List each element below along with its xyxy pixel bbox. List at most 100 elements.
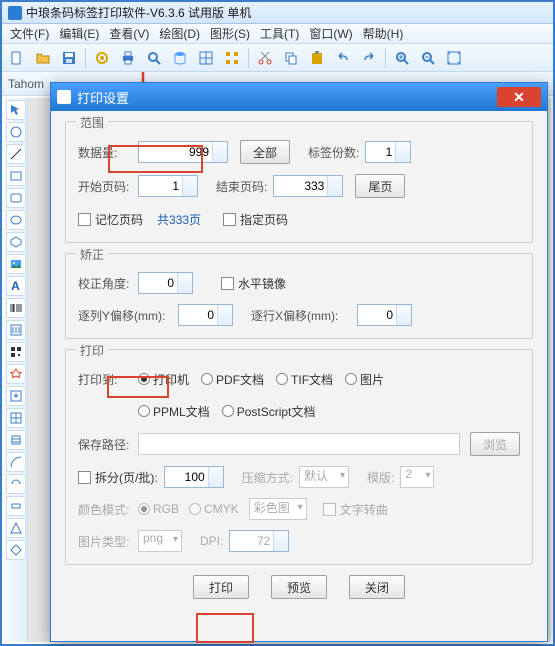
data-qty-input[interactable] — [138, 141, 228, 163]
tool-shape3-icon[interactable] — [6, 518, 26, 538]
col-offset-input[interactable] — [178, 304, 233, 326]
tool-round-rect-icon[interactable] — [6, 188, 26, 208]
close-button[interactable]: ✕ — [497, 87, 541, 107]
all-button[interactable]: 全部 — [240, 140, 290, 164]
template-select: 2 — [400, 466, 434, 488]
close-dialog-button[interactable]: 关闭 — [349, 575, 405, 599]
tb-paste-icon[interactable] — [306, 47, 328, 69]
tb-undo-icon[interactable] — [332, 47, 354, 69]
radio-rgb-label: RGB — [153, 502, 179, 516]
tb-zoom-in-icon[interactable] — [391, 47, 413, 69]
tb-preview-icon[interactable] — [143, 47, 165, 69]
menu-view[interactable]: 查看(V) — [105, 25, 153, 42]
main-toolbar — [2, 44, 553, 72]
font-select[interactable]: Tahom — [8, 77, 44, 91]
copies-input[interactable] — [365, 141, 411, 163]
tool-arc-icon[interactable] — [6, 452, 26, 472]
tool-qrcode-icon[interactable] — [6, 342, 26, 362]
start-page-label: 开始页码: — [78, 178, 138, 195]
tb-save-icon[interactable] — [58, 47, 80, 69]
tool-rect-icon[interactable] — [6, 166, 26, 186]
end-page-label: 结束页码: — [216, 178, 267, 195]
mirror-checkbox[interactable] — [221, 277, 234, 290]
specify-page-label: 指定页码 — [240, 211, 288, 228]
tool-text-icon[interactable]: A — [6, 276, 26, 296]
tool-image-icon[interactable] — [6, 254, 26, 274]
template-label: 模版: — [367, 469, 394, 486]
tool-data-icon[interactable] — [6, 430, 26, 450]
tool-shape2-icon[interactable] — [6, 496, 26, 516]
radio-ps-label: PostScript文档 — [237, 403, 316, 420]
tb-redo-icon[interactable] — [358, 47, 380, 69]
dialog-titlebar[interactable]: 打印设置 ✕ — [51, 83, 547, 111]
tb-sep — [248, 48, 249, 68]
tool-shape4-icon[interactable] — [6, 540, 26, 560]
tb-open-icon[interactable] — [32, 47, 54, 69]
tb-copy-icon[interactable] — [280, 47, 302, 69]
app-title: 中琅条码标签打印软件-V6.3.6 试用版 单机 — [26, 4, 251, 21]
main-titlebar: 中琅条码标签打印软件-V6.3.6 试用版 单机 — [2, 2, 553, 24]
specify-page-checkbox[interactable] — [223, 213, 236, 226]
tool-grid-icon[interactable] — [6, 408, 26, 428]
radio-tif[interactable] — [276, 373, 288, 385]
tb-new-icon[interactable] — [6, 47, 28, 69]
tb-db-icon[interactable] — [169, 47, 191, 69]
end-page-input[interactable] — [273, 175, 343, 197]
preview-button[interactable]: 预览 — [271, 575, 327, 599]
radio-pdf-label: PDF文档 — [216, 371, 264, 388]
tool-hand-icon[interactable] — [6, 122, 26, 142]
tool-ellipse-icon[interactable] — [6, 210, 26, 230]
color-mode-label: 颜色模式: — [78, 501, 138, 518]
radio-ps[interactable] — [222, 405, 234, 417]
save-path-label: 保存路径: — [78, 436, 138, 453]
angle-input[interactable] — [138, 272, 193, 294]
radio-printer[interactable] — [138, 373, 150, 385]
row-offset-label: 逐行X偏移(mm): — [251, 307, 351, 324]
tb-print-icon[interactable] — [117, 47, 139, 69]
row-offset-input[interactable] — [357, 304, 412, 326]
radio-image[interactable] — [345, 373, 357, 385]
radio-printer-label: 打印机 — [153, 371, 189, 388]
radio-image-label: 图片 — [360, 371, 384, 388]
tool-import-icon[interactable] — [6, 386, 26, 406]
split-label: 拆分(页/批): — [95, 469, 158, 486]
tool-barcode-icon[interactable] — [6, 298, 26, 318]
tb-zoom-out-icon[interactable] — [417, 47, 439, 69]
last-page-button[interactable]: 尾页 — [355, 174, 405, 198]
mirror-label: 水平镜像 — [238, 275, 286, 292]
menu-file[interactable]: 文件(F) — [6, 25, 53, 42]
tool-line-icon[interactable] — [6, 144, 26, 164]
remember-page-checkbox[interactable] — [78, 213, 91, 226]
radio-tif-label: TIF文档 — [291, 371, 333, 388]
tool-star-icon[interactable] — [6, 364, 26, 384]
angle-label: 校正角度: — [78, 275, 138, 292]
menu-edit[interactable]: 编辑(E) — [55, 25, 103, 42]
img-type-label: 图片类型: — [78, 533, 138, 550]
print-settings-dialog: 打印设置 ✕ 范围 数据量: 全部 标签份数: 开始页码: 结束页码: 尾页 — [50, 82, 548, 642]
compress-select: 默认 — [299, 466, 349, 488]
tb-cut-icon[interactable] — [254, 47, 276, 69]
radio-ppml[interactable] — [138, 405, 150, 417]
print-button[interactable]: 打印 — [193, 575, 249, 599]
start-page-input[interactable] — [138, 175, 198, 197]
tb-fit-icon[interactable] — [443, 47, 465, 69]
radio-cmyk — [189, 503, 201, 515]
tb-grid1-icon[interactable] — [195, 47, 217, 69]
split-checkbox[interactable] — [78, 471, 91, 484]
tool-pointer-icon[interactable] — [6, 100, 26, 120]
img-type-select: png — [138, 530, 182, 552]
tb-grid2-icon[interactable] — [221, 47, 243, 69]
total-pages-link[interactable]: 共333页 — [157, 211, 201, 228]
tb-gear-icon[interactable] — [91, 47, 113, 69]
menu-window[interactable]: 窗口(W) — [305, 25, 356, 42]
menu-help[interactable]: 帮助(H) — [359, 25, 408, 42]
menu-tools[interactable]: 工具(T) — [256, 25, 303, 42]
menu-shape[interactable]: 图形(S) — [206, 25, 254, 42]
tool-polygon-icon[interactable] — [6, 232, 26, 252]
radio-pdf[interactable] — [201, 373, 213, 385]
split-input[interactable] — [164, 466, 224, 488]
tool-shape1-icon[interactable] — [6, 474, 26, 494]
tool-barcode2-icon[interactable] — [6, 320, 26, 340]
menu-draw[interactable]: 绘图(D) — [155, 25, 204, 42]
left-toolbox: A — [4, 98, 28, 642]
